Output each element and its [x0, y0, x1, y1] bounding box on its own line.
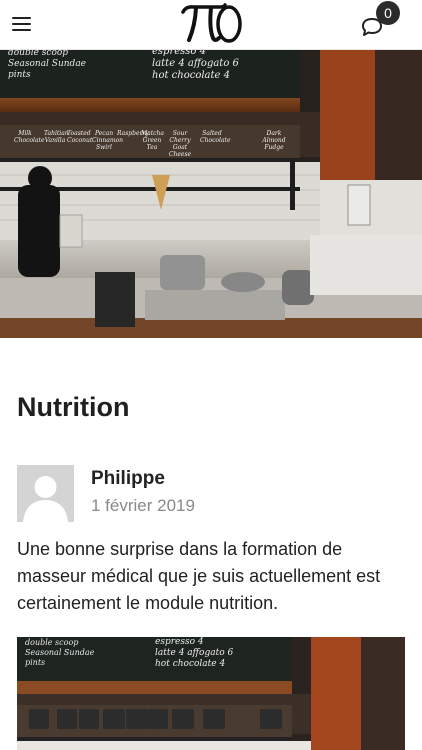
- post-image[interactable]: double scoop Seasonal Sundae pints espre…: [17, 637, 405, 750]
- post-date: 1 février 2019: [91, 496, 195, 515]
- jar-label: Pecan Cinnamon Swirl: [92, 130, 123, 151]
- board-price: 6: [232, 58, 239, 69]
- top-bar: 0: [0, 0, 422, 50]
- board-item: latte: [152, 58, 176, 69]
- hamburger-menu-icon[interactable]: [12, 17, 31, 32]
- board-item: pints: [25, 658, 46, 667]
- comments-button[interactable]: 0: [360, 1, 404, 40]
- board-item: double scoop: [25, 638, 79, 647]
- jar-label: Dark Almond Fudge: [262, 130, 286, 151]
- jar-label: Milk Chocolate: [14, 130, 45, 144]
- author-avatar[interactable]: [17, 465, 74, 522]
- jar-label: Salted Chocolate: [200, 130, 231, 144]
- jar-label: Toasted Coconut: [67, 130, 93, 144]
- board-price: 4: [197, 637, 204, 647]
- board-item: latte: [155, 648, 176, 658]
- board-item: espresso: [152, 50, 197, 57]
- board-item: Seasonal Sundae: [25, 648, 95, 657]
- jar-label: Sour Cherry Goat Cheese: [168, 130, 192, 158]
- board-price: 4: [219, 659, 226, 669]
- jar-label: Matcha Green Tea: [141, 130, 164, 151]
- board-item: double scoop: [8, 50, 69, 58]
- board-item: pints: [8, 70, 31, 80]
- post-image-board-left: double scoop Seasonal Sundae pints: [25, 638, 94, 668]
- board-item: affogato: [187, 648, 225, 658]
- board-item: affogato: [187, 58, 230, 69]
- board-item: hot chocolate: [152, 70, 221, 81]
- board-price: 4: [223, 70, 230, 81]
- board-item: hot chocolate: [155, 659, 217, 669]
- post-title[interactable]: Nutrition: [17, 392, 129, 423]
- hero-image: double scoop Seasonal Sundae pints espre…: [0, 50, 422, 338]
- board-price: 4: [199, 50, 206, 57]
- post-excerpt: Une bonne surprise dans la formation de …: [17, 539, 381, 613]
- hero-board-center: espresso 4 latte 4 affogato 6 hot chocol…: [152, 50, 239, 82]
- hero-board-left: double scoop Seasonal Sundae pints: [8, 50, 86, 81]
- comments-count-badge: 0: [376, 1, 400, 25]
- site-logo[interactable]: [180, 2, 244, 46]
- author-name[interactable]: Philippe: [91, 468, 165, 490]
- post-image-board-center: espresso 4 latte 4 affogato 6 hot chocol…: [155, 637, 233, 670]
- jar-label: Tahitian Vanilla: [44, 130, 69, 144]
- board-item: Seasonal Sundae: [8, 59, 87, 69]
- board-price: 4: [178, 648, 185, 658]
- board-item: espresso: [155, 637, 195, 647]
- default-avatar-icon: [17, 465, 74, 522]
- jar-label: Raspberry: [117, 130, 149, 137]
- board-price: 4: [178, 58, 185, 69]
- board-price: 6: [227, 648, 234, 658]
